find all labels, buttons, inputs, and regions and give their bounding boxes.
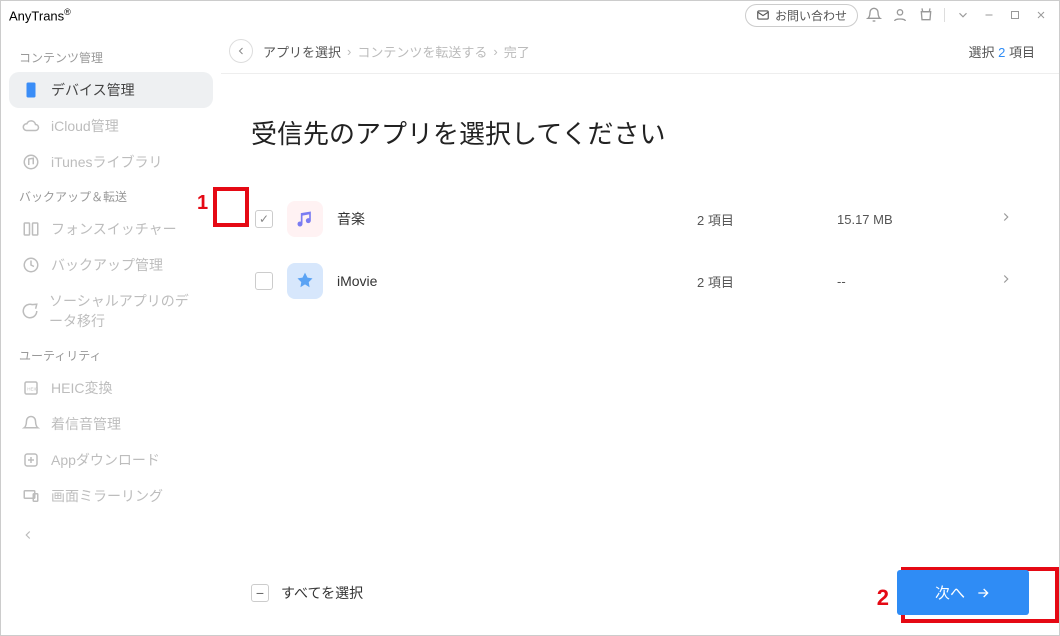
user-icon[interactable] — [890, 5, 910, 25]
breadcrumb-separator: › — [493, 44, 497, 59]
sidebar: コンテンツ管理 デバイス管理 iCloud管理 iTunesライブラリ バックア… — [1, 29, 221, 635]
chevron-right-icon — [999, 210, 1013, 224]
sidebar-item-label: 画面ミラーリング — [51, 486, 163, 506]
chevron-right-icon — [999, 272, 1013, 286]
select-all-control[interactable]: すべてを選択 — [251, 583, 363, 603]
row-expand-button[interactable] — [957, 210, 1023, 229]
sidebar-item-label: デバイス管理 — [51, 80, 135, 100]
row-expand-button[interactable] — [957, 272, 1023, 291]
dropdown-button[interactable] — [953, 5, 973, 25]
device-icon — [21, 80, 41, 100]
imovie-icon — [287, 263, 323, 299]
row-name: 音楽 — [337, 209, 697, 229]
sidebar-item-label: iCloud管理 — [51, 116, 119, 136]
sidebar-item-icloud[interactable]: iCloud管理 — [9, 108, 213, 144]
sidebar-item-label: HEIC変換 — [51, 378, 112, 398]
back-button[interactable] — [229, 39, 253, 63]
sidebar-section-label: ユーティリティ — [9, 339, 213, 370]
sidebar-item-appdl[interactable]: Appダウンロード — [9, 442, 213, 478]
table-row: iMovie 2 項目 -- — [251, 253, 1029, 309]
footer: すべてを選択 次へ — [251, 570, 1029, 615]
select-all-label: すべてを選択 — [281, 583, 363, 603]
music-icon — [287, 201, 323, 237]
arrow-right-icon — [975, 585, 991, 601]
sidebar-item-label: 着信音管理 — [51, 414, 121, 434]
sidebar-item-label: iTunesライブラリ — [51, 152, 163, 172]
icloud-icon — [21, 116, 41, 136]
sidebar-item-label: バックアップ管理 — [51, 255, 163, 275]
sidebar-section-label: バックアップ＆転送 — [9, 180, 213, 211]
selection-info: 選択 2 項目 — [968, 42, 1035, 61]
ringtone-icon — [21, 414, 41, 434]
app-title: AnyTrans® — [9, 7, 71, 23]
sidebar-item-mirror[interactable]: 画面ミラーリング — [9, 478, 213, 514]
backup-icon — [21, 255, 41, 275]
row-size: -- — [837, 274, 957, 289]
sidebar-item-label: ソーシャルアプリのデータ移行 — [49, 291, 201, 331]
itunes-icon — [21, 152, 41, 172]
sidebar-item-ringtone[interactable]: 着信音管理 — [9, 406, 213, 442]
row-size: 15.17 MB — [837, 212, 957, 227]
select-all-checkbox[interactable] — [251, 584, 269, 602]
breadcrumb-separator: › — [347, 44, 351, 59]
row-checkbox[interactable] — [255, 210, 273, 228]
row-checkbox[interactable] — [255, 272, 273, 290]
chevron-left-icon — [235, 45, 247, 57]
titlebar: AnyTrans® お問い合わせ — [1, 1, 1059, 29]
chevron-left-icon — [21, 528, 35, 542]
sidebar-item-device[interactable]: デバイス管理 — [9, 72, 213, 108]
sidebar-item-itunes[interactable]: iTunesライブラリ — [9, 144, 213, 180]
sidebar-item-switcher[interactable]: フォンスイッチャー — [9, 211, 213, 247]
appdl-icon — [21, 450, 41, 470]
breadcrumb-step2: コンテンツを転送する — [357, 42, 487, 61]
social-icon — [21, 301, 39, 321]
contact-button[interactable]: お問い合わせ — [745, 4, 858, 27]
row-count: 2 項目 — [697, 210, 837, 229]
sidebar-section-label: コンテンツ管理 — [9, 41, 213, 72]
mirror-icon — [21, 486, 41, 506]
sidebar-item-label: Appダウンロード — [51, 450, 160, 470]
annotation-box-1 — [213, 187, 249, 227]
close-button[interactable] — [1031, 5, 1051, 25]
breadcrumb-step1[interactable]: アプリを選択 — [263, 42, 341, 61]
maximize-button[interactable] — [1005, 5, 1025, 25]
collapse-sidebar-button[interactable] — [9, 522, 213, 553]
mail-icon — [756, 8, 770, 22]
sidebar-item-heic[interactable]: HEIC HEIC変換 — [9, 370, 213, 406]
table-row: 音楽 2 項目 15.17 MB — [251, 191, 1029, 247]
minimize-button[interactable] — [979, 5, 999, 25]
notification-icon[interactable] — [864, 5, 884, 25]
cart-icon[interactable] — [916, 5, 936, 25]
sidebar-item-label: フォンスイッチャー — [51, 219, 177, 239]
next-button[interactable]: 次へ — [897, 570, 1029, 615]
row-name: iMovie — [337, 273, 697, 289]
breadcrumb: アプリを選択 › コンテンツを転送する › 完了 選択 2 項目 — [221, 29, 1059, 74]
heic-icon: HEIC — [21, 378, 41, 398]
sidebar-item-backup[interactable]: バックアップ管理 — [9, 247, 213, 283]
row-count: 2 項目 — [697, 272, 837, 291]
breadcrumb-step3: 完了 — [504, 42, 530, 61]
annotation-number-1: 1 — [197, 192, 208, 215]
sidebar-item-social[interactable]: ソーシャルアプリのデータ移行 — [9, 283, 213, 339]
svg-text:HEIC: HEIC — [27, 386, 39, 391]
page-title: 受信先のアプリを選択してください — [251, 114, 1029, 151]
switch-icon — [21, 219, 41, 239]
